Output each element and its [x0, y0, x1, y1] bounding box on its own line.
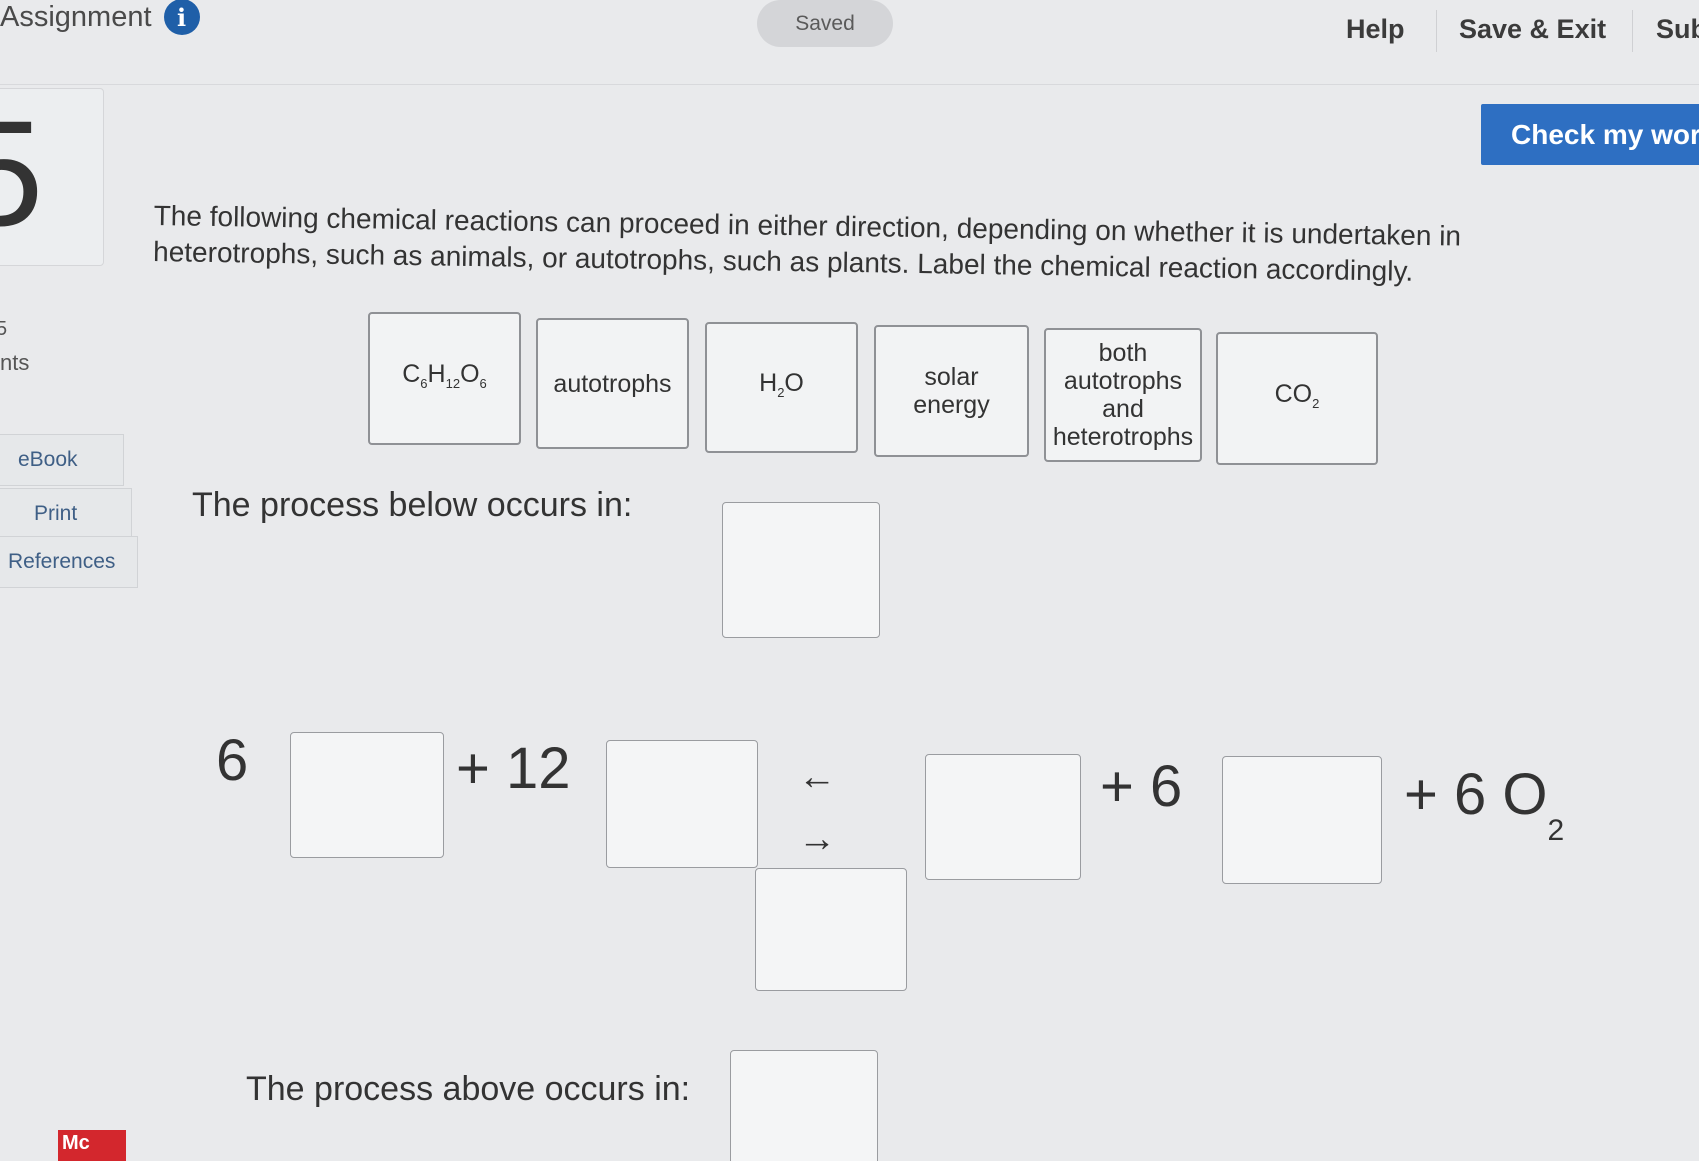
- points-label: nts: [0, 350, 30, 375]
- reactant-1-drop-target[interactable]: [290, 732, 444, 858]
- header-divider: [1436, 10, 1437, 52]
- product-1-drop-target[interactable]: [925, 754, 1081, 880]
- chip-label: autotrophs: [553, 369, 672, 398]
- reactant-2-drop-target[interactable]: [606, 740, 758, 868]
- header-divider-line: [0, 84, 1699, 85]
- tab-references[interactable]: References: [0, 536, 138, 588]
- forward-arrow: →: [798, 818, 836, 860]
- label-chip-autotrophs[interactable]: autotrophs: [536, 318, 689, 449]
- label-chip-glucose[interactable]: C6H12O6: [368, 312, 521, 445]
- save-exit-link[interactable]: Save & Exit: [1459, 14, 1606, 45]
- process-above-drop-target[interactable]: [730, 1050, 878, 1161]
- assignment-title: Assignment: [0, 0, 152, 33]
- chip-label: both autotrophs and heterotrophs: [1052, 339, 1194, 451]
- process-below-drop-target[interactable]: [722, 502, 880, 638]
- equation-plus-12: + 12: [456, 736, 571, 801]
- co2-formula: CO2: [1274, 379, 1320, 411]
- equation-plus-6-oxygen: + 6 O2: [1404, 762, 1565, 847]
- equation-plus-6: + 6: [1100, 754, 1183, 819]
- info-icon[interactable]: i: [163, 0, 200, 35]
- question-number: 5: [0, 89, 44, 257]
- water-formula: H2O: [759, 368, 804, 400]
- assignment-header: Assignment i: [0, 0, 200, 35]
- header-divider: [1632, 10, 1633, 52]
- energy-drop-target[interactable]: [755, 868, 907, 991]
- tab-ebook[interactable]: eBook: [0, 434, 124, 486]
- points-value: 5: [0, 318, 8, 340]
- help-link[interactable]: Help: [1346, 14, 1405, 45]
- tab-print[interactable]: Print: [0, 488, 132, 540]
- glucose-formula: C6H12O6: [402, 359, 487, 391]
- label-chip-both[interactable]: both autotrophs and heterotrophs: [1044, 328, 1202, 462]
- label-chip-water[interactable]: H2O: [705, 322, 858, 453]
- label-chip-carbon-dioxide[interactable]: CO2: [1216, 332, 1378, 465]
- statement-above: The process above occurs in:: [246, 1070, 691, 1108]
- label-chip-solar-energy[interactable]: solar energy: [874, 325, 1029, 457]
- question-prompt: The following chemical reactions can pro…: [152, 199, 1462, 287]
- mcgraw-hill-logo: Mc: [58, 1130, 126, 1161]
- equation-coefficient: 6: [216, 728, 249, 793]
- check-my-work-button[interactable]: Check my work: [1481, 104, 1699, 165]
- reverse-arrow: ←: [798, 756, 836, 798]
- submit-link[interactable]: Sub: [1656, 14, 1699, 45]
- assignment-page: Assignment i Saved Help Save & Exit Sub …: [0, 0, 1699, 1161]
- statement-below: The process below occurs in:: [192, 486, 633, 524]
- saved-status-badge: Saved: [757, 0, 893, 47]
- chip-label: solar energy: [913, 363, 990, 419]
- product-2-drop-target[interactable]: [1222, 756, 1382, 884]
